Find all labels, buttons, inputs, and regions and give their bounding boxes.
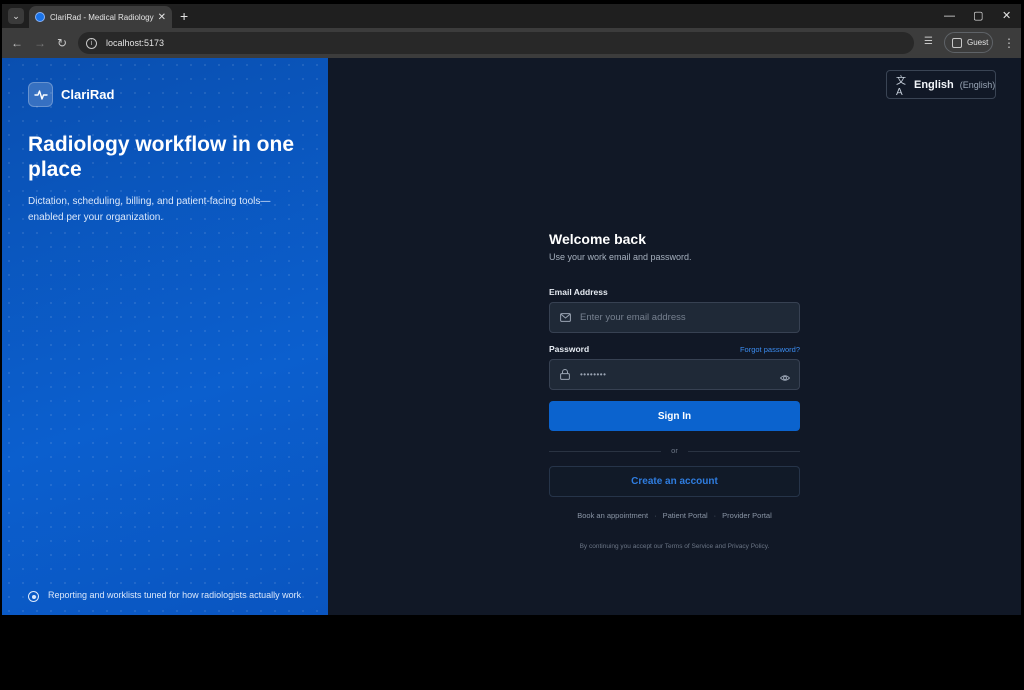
- book-appointment-link[interactable]: Book an appointment: [577, 511, 648, 520]
- forgot-password-link[interactable]: Forgot password?: [740, 345, 800, 354]
- legal-notice: By continuing you accept our Terms of Se…: [579, 543, 770, 550]
- patient-portal-link[interactable]: Patient Portal: [663, 511, 708, 520]
- profile-button[interactable]: Guest: [944, 32, 993, 53]
- new-tab-icon[interactable]: +: [180, 8, 188, 24]
- address-bar[interactable]: i localhost:5173: [78, 32, 914, 54]
- site-info-icon[interactable]: i: [86, 37, 97, 49]
- pulse-icon: [28, 82, 53, 107]
- favicon-icon: [35, 12, 45, 22]
- password-field[interactable]: ••••••••: [549, 359, 800, 390]
- minimize-icon[interactable]: —: [944, 8, 955, 24]
- hero-title: Radiology workflow in one place: [28, 133, 295, 181]
- tab-search-icon[interactable]: ⌄: [8, 8, 24, 24]
- email-placeholder: Enter your email address: [580, 312, 686, 323]
- back-icon[interactable]: ←: [11, 35, 23, 51]
- browser-window: ⌄ ClariRad - Medical Radiology R ✕ + — ▢…: [2, 4, 1021, 615]
- tab-close-icon[interactable]: ✕: [158, 12, 166, 23]
- tab-strip: ⌄ ClariRad - Medical Radiology R ✕ + — ▢…: [2, 4, 1021, 28]
- translate-icon: 文A: [896, 75, 906, 98]
- login-title: Welcome back: [549, 231, 647, 247]
- login-subtitle: Use your work email and password.: [549, 252, 692, 262]
- profile-label: Guest: [967, 38, 989, 47]
- password-label: Password: [549, 344, 590, 354]
- page: ClariRad Radiology workflow in one place…: [2, 58, 1021, 615]
- browser-menu-icon[interactable]: ⋮: [1003, 35, 1015, 51]
- login-form: Welcome back Use your work email and pas…: [549, 230, 800, 550]
- browser-toolbar: ← → ↻ i localhost:5173 ☰ Guest ⋮: [2, 28, 1021, 58]
- password-mask: ••••••••: [580, 370, 607, 379]
- maximize-icon[interactable]: ▢: [973, 8, 983, 24]
- target-icon: [28, 591, 39, 602]
- footer-links: Book an appointment · Patient Portal · Provi…: [577, 511, 772, 520]
- provider-portal-link[interactable]: Provider Portal: [722, 511, 772, 520]
- language-name: English: [914, 78, 954, 91]
- window-close-icon[interactable]: ✕: [1002, 8, 1011, 24]
- email-label: Email Address: [549, 287, 608, 297]
- forward-icon[interactable]: →: [34, 35, 46, 51]
- sign-in-button[interactable]: Sign In: [549, 401, 800, 431]
- browser-tab[interactable]: ClariRad - Medical Radiology R ✕: [29, 6, 172, 28]
- mail-icon: [559, 312, 571, 324]
- brand-name: ClariRad: [61, 87, 115, 102]
- create-account-button[interactable]: Create an account: [549, 466, 800, 497]
- tab-title: ClariRad - Medical Radiology R: [50, 12, 154, 22]
- lock-icon: [559, 369, 571, 381]
- language-native: (English): [959, 79, 996, 90]
- hero-subtitle: Dictation, scheduling, billing, and pati…: [28, 196, 271, 223]
- hero-panel: ClariRad Radiology workflow in one place…: [2, 58, 328, 615]
- url-text: localhost:5173: [106, 38, 165, 48]
- or-divider: or: [549, 446, 800, 456]
- eye-icon[interactable]: [779, 370, 791, 381]
- media-controls-icon[interactable]: ☰: [924, 36, 933, 47]
- language-selector[interactable]: 文A English (English): [886, 70, 996, 99]
- hero-footer: Reporting and worklists tuned for how ra…: [48, 590, 302, 600]
- divider-text: or: [671, 446, 678, 455]
- profile-icon: [952, 37, 962, 48]
- reload-icon[interactable]: ↻: [57, 35, 67, 51]
- email-field[interactable]: Enter your email address: [549, 302, 800, 333]
